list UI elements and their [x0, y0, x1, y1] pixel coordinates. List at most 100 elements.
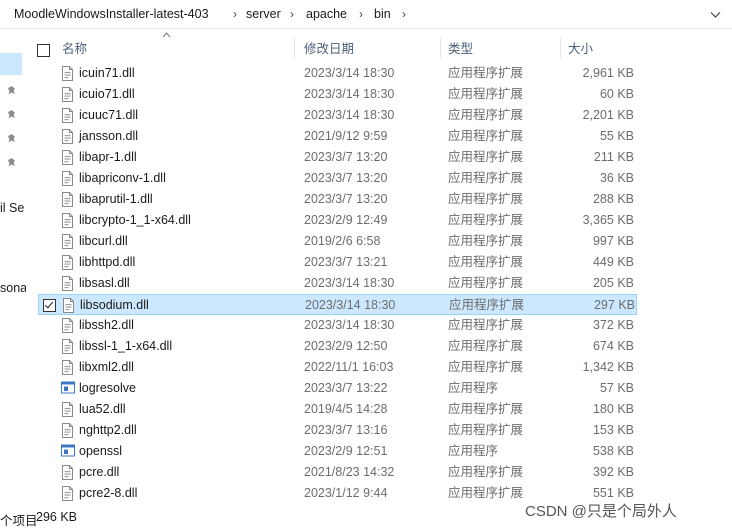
dll-file-icon — [61, 486, 74, 501]
file-name: pcre.dll — [79, 465, 120, 479]
file-size: 2,961 KB — [582, 66, 634, 80]
file-name: icuuc71.dll — [79, 108, 139, 122]
column-divider[interactable] — [294, 38, 295, 58]
file-name: libhttpd.dll — [79, 255, 136, 269]
file-size: 392 KB — [592, 465, 634, 479]
file-modified-date: 2023/1/12 9:44 — [304, 486, 388, 500]
file-row[interactable]: openssl 2023/2/9 12:51 应用程序 538 KB — [38, 441, 637, 462]
address-bar[interactable]: MoodleWindowsInstaller-latest-403 › serv… — [0, 0, 732, 29]
file-row[interactable]: libssl-1_1-x64.dll 2023/2/9 12:50 应用程序扩展 67… — [38, 336, 637, 357]
file-name: libssh2.dll — [79, 318, 134, 332]
file-size: 205 KB — [592, 276, 634, 290]
file-row[interactable]: icuuc71.dll 2023/3/14 18:30 应用程序扩展 2,201 KB — [38, 105, 637, 126]
column-header-date[interactable]: 修改日期 — [304, 36, 354, 58]
dll-file-icon — [61, 129, 74, 144]
dll-file-icon — [61, 255, 74, 270]
file-name: lua52.dll — [79, 402, 126, 416]
exe-file-icon — [61, 444, 75, 459]
file-modified-date: 2023/2/9 12:49 — [304, 213, 388, 227]
dll-file-icon — [61, 318, 74, 333]
file-row[interactable]: libxml2.dll 2022/11/1 16:03 应用程序扩展 1,342 KB — [38, 357, 637, 378]
file-row[interactable]: libaprutil-1.dll 2023/3/7 13:20 应用程序扩展 288 … — [38, 189, 637, 210]
breadcrumb-separator-icon[interactable]: › — [286, 6, 298, 22]
column-header-size[interactable]: 大小 — [568, 36, 593, 58]
file-type: 应用程序 — [448, 444, 499, 458]
file-type: 应用程序扩展 — [448, 255, 524, 269]
file-modified-date: 2019/2/6 6:58 — [304, 234, 381, 248]
dll-file-icon — [61, 276, 74, 291]
file-name: libxml2.dll — [79, 360, 134, 374]
file-size: 538 KB — [592, 444, 634, 458]
file-modified-date: 2023/2/9 12:50 — [304, 339, 388, 353]
file-modified-date: 2023/3/14 18:30 — [304, 66, 395, 80]
file-row[interactable]: libcrypto-1_1-x64.dll 2023/2/9 12:49 应用程序扩… — [38, 210, 637, 231]
file-modified-date: 2023/3/14 18:30 — [304, 318, 395, 332]
file-type: 应用程序扩展 — [448, 486, 524, 500]
file-size: 288 KB — [592, 192, 634, 206]
file-modified-date: 2023/3/7 13:16 — [304, 423, 388, 437]
file-size: 674 KB — [592, 339, 634, 353]
column-header-name[interactable]: 名称 — [62, 36, 87, 58]
file-row[interactable]: nghttp2.dll 2023/3/7 13:16 应用程序扩展 153 KB — [38, 420, 637, 441]
file-size: 449 KB — [592, 255, 634, 269]
dll-file-icon — [61, 234, 74, 249]
dll-file-icon — [61, 402, 74, 417]
file-row[interactable]: libhttpd.dll 2023/3/7 13:21 应用程序扩展 449 KB — [38, 252, 637, 273]
breadcrumb-item-server[interactable]: server — [246, 6, 281, 22]
dll-file-icon — [61, 66, 74, 81]
dll-file-icon — [61, 192, 74, 207]
breadcrumb-separator-icon[interactable]: › — [398, 6, 410, 22]
file-row[interactable]: pcre.dll 2021/8/23 14:32 应用程序扩展 392 KB — [38, 462, 637, 483]
file-name: pcre2-8.dll — [79, 486, 138, 500]
file-type: 应用程序扩展 — [448, 423, 524, 437]
file-row[interactable]: libsasl.dll 2023/3/14 18:30 应用程序扩展 205 KB — [38, 273, 637, 294]
column-divider[interactable] — [560, 38, 561, 58]
file-row[interactable]: lua52.dll 2019/4/5 14:28 应用程序扩展 180 KB — [38, 399, 637, 420]
file-row[interactable]: libapr-1.dll 2023/3/7 13:20 应用程序扩展 211 KB — [38, 147, 637, 168]
file-type: 应用程序扩展 — [448, 318, 524, 332]
file-name: icuin71.dll — [79, 66, 135, 80]
breadcrumb-item-root[interactable]: MoodleWindowsInstaller-latest-403 — [14, 6, 209, 22]
file-type: 应用程序扩展 — [448, 150, 524, 164]
file-row[interactable]: logresolve 2023/3/7 13:22 应用程序 57 KB — [38, 378, 637, 399]
breadcrumb-item-apache[interactable]: apache — [306, 6, 347, 22]
file-size: 1,342 KB — [582, 360, 634, 374]
file-modified-date: 2023/3/14 18:30 — [304, 87, 395, 101]
file-type: 应用程序扩展 — [448, 66, 524, 80]
breadcrumb-separator-icon[interactable]: › — [229, 6, 241, 22]
file-name: libaprutil-1.dll — [79, 192, 153, 206]
file-type: 应用程序扩展 — [448, 192, 524, 206]
file-name: nghttp2.dll — [79, 423, 137, 437]
file-type: 应用程序扩展 — [448, 234, 524, 248]
file-size: 180 KB — [592, 402, 634, 416]
chevron-down-icon[interactable] — [706, 6, 724, 24]
file-name: libapr-1.dll — [79, 150, 137, 164]
select-all-checkbox[interactable] — [37, 44, 50, 57]
column-divider[interactable] — [440, 38, 441, 58]
file-modified-date: 2022/11/1 16:03 — [304, 360, 394, 374]
file-type: 应用程序扩展 — [448, 276, 524, 290]
file-list[interactable]: icuin71.dll 2023/3/14 18:30 应用程序扩展 2,961 KB… — [0, 63, 732, 505]
dll-file-icon — [61, 213, 74, 228]
file-type: 应用程序扩展 — [448, 171, 524, 185]
watermark-text: CSDN @只是个局外人 — [525, 503, 677, 520]
file-row[interactable]: icuin71.dll 2023/3/14 18:30 应用程序扩展 2,961 KB — [38, 63, 637, 84]
file-row[interactable]: icuio71.dll 2023/3/14 18:30 应用程序扩展 60 KB — [38, 84, 637, 105]
dll-file-icon — [61, 339, 74, 354]
column-header-type[interactable]: 类型 — [448, 36, 473, 58]
file-row[interactable]: libapriconv-1.dll 2023/3/7 13:20 应用程序扩展 36 … — [38, 168, 637, 189]
file-row[interactable]: libcurl.dll 2019/2/6 6:58 应用程序扩展 997 KB — [38, 231, 637, 252]
row-checkbox[interactable] — [43, 299, 56, 312]
sort-ascending-icon — [162, 30, 171, 40]
dll-file-icon — [61, 108, 74, 123]
file-row[interactable]: libssh2.dll 2023/3/14 18:30 应用程序扩展 372 KB — [38, 315, 637, 336]
file-modified-date: 2023/2/9 12:51 — [304, 444, 388, 458]
file-modified-date: 2023/3/14 18:30 — [304, 108, 395, 122]
file-row[interactable]: jansson.dll 2021/9/12 9:59 应用程序扩展 55 KB — [38, 126, 637, 147]
file-row[interactable]: libsodium.dll 2023/3/14 18:30 应用程序扩展 297 KB — [38, 294, 637, 315]
breadcrumb-item-bin[interactable]: bin — [374, 6, 391, 22]
file-modified-date: 2023/3/14 18:30 — [305, 298, 396, 312]
breadcrumb-separator-icon[interactable]: › — [355, 6, 367, 22]
file-modified-date: 2021/8/23 14:32 — [304, 465, 395, 479]
file-type: 应用程序扩展 — [448, 213, 524, 227]
